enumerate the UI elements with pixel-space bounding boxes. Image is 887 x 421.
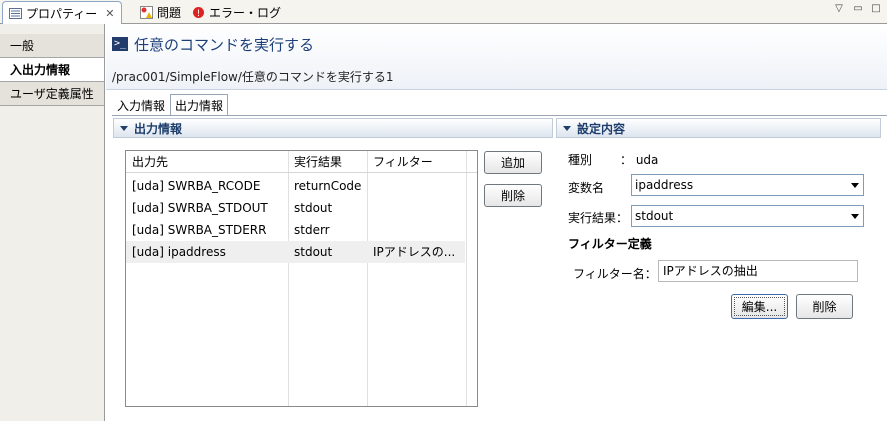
properties-header: >_ 任意のコマンドを実行する /prac001/SimpleFlow/任意のコ…	[106, 24, 887, 90]
tab-error-log[interactable]: ! エラー・ログ	[186, 1, 287, 24]
chevron-down-icon	[851, 214, 859, 219]
command-icon: >_	[112, 37, 128, 51]
tab-output-info[interactable]: 出力情報	[170, 94, 229, 116]
result-label: 実行結果：	[568, 211, 629, 225]
table-row[interactable]: [uda] SWRBA_STDERR stderr	[126, 219, 465, 241]
category-general[interactable]: 一般	[0, 34, 104, 58]
tab-properties[interactable]: プロパティー ✕	[2, 1, 122, 25]
delete-filter-button[interactable]: 削除	[796, 294, 853, 319]
column-header-dest[interactable]: 出力先	[126, 151, 286, 173]
output-section-title: 出力情報	[134, 121, 183, 136]
cell-dest: [uda] ipaddress	[132, 245, 226, 259]
maximize-icon[interactable]: □	[870, 3, 882, 15]
column-header-filter[interactable]: フィルター	[367, 151, 466, 173]
category-io-info[interactable]: 入出力情報	[0, 58, 104, 82]
collapse-icon	[563, 125, 571, 131]
tab-properties-label: プロパティー	[26, 7, 98, 21]
table-header: 出力先 実行結果 フィルター	[126, 151, 477, 173]
category-user-defined[interactable]: ユーザ定義属性	[0, 82, 104, 106]
cell-filter	[367, 175, 466, 197]
problems-icon	[140, 6, 153, 19]
tab-problems[interactable]: 問題	[134, 1, 187, 24]
category-tabs: 一般 入出力情報 ユーザ定義属性	[0, 24, 105, 421]
properties-main: >_ 任意のコマンドを実行する /prac001/SimpleFlow/任意のコ…	[106, 24, 887, 421]
minimize-icon[interactable]: ▭	[852, 3, 864, 15]
var-name-label: 変数名	[568, 181, 605, 195]
settings-section-header[interactable]: 設定内容	[556, 118, 881, 138]
close-icon[interactable]: ✕	[105, 7, 114, 20]
table-row-selected[interactable]: [uda] ipaddress stdout IPアドレスの...	[126, 241, 465, 263]
cell-filter: IPアドレスの...	[373, 245, 456, 259]
filter-name-label: フィルター名：	[573, 267, 657, 281]
filter-definition-label: フィルター定義	[568, 237, 652, 251]
cell-result: stdout	[294, 201, 333, 215]
tab-input-info[interactable]: 入力情報	[112, 94, 170, 116]
table-row[interactable]: [uda] SWRBA_STDOUT stdout	[126, 197, 465, 219]
type-value: ： uda	[620, 153, 659, 167]
tab-problems-label: 問題	[157, 6, 182, 20]
cell-dest: [uda] SWRBA_STDERR	[132, 223, 267, 237]
collapse-icon	[120, 125, 128, 131]
error-log-icon: !	[192, 6, 205, 19]
delete-output-button[interactable]: 削除	[484, 184, 542, 207]
element-path: /prac001/SimpleFlow/任意のコマンドを実行する1	[112, 70, 394, 84]
cell-result: stdout	[294, 245, 333, 259]
cell-result: stderr	[294, 223, 330, 237]
chevron-down-icon	[851, 183, 859, 188]
output-section-header[interactable]: 出力情報	[113, 118, 553, 138]
svg-text:!: !	[197, 9, 201, 19]
cell-filter	[367, 197, 466, 219]
properties-icon	[9, 7, 22, 20]
add-button[interactable]: 追加	[484, 151, 542, 174]
var-name-select[interactable]: ipaddress	[631, 174, 864, 196]
table-row[interactable]: [uda] SWRBA_RCODE returnCode	[126, 175, 465, 197]
result-value: stdout	[635, 209, 674, 223]
cell-filter	[367, 219, 466, 241]
edit-button[interactable]: 編集...	[731, 294, 788, 319]
page-title: 任意のコマンドを実行する	[134, 35, 315, 54]
column-header-result[interactable]: 実行結果	[288, 151, 368, 173]
result-select[interactable]: stdout	[631, 205, 864, 227]
cell-dest: [uda] SWRBA_RCODE	[132, 179, 261, 193]
type-label: 種別	[568, 153, 593, 167]
settings-section-title: 設定内容	[577, 121, 626, 136]
view-menu-icon[interactable]: ▽	[833, 3, 845, 15]
tab-error-log-label: エラー・ログ	[209, 6, 282, 20]
output-table: 出力先 実行結果 フィルター [uda] SWRBA_RCODE returnC…	[125, 150, 478, 407]
filter-name-field[interactable]: IPアドレスの抽出	[658, 260, 858, 282]
cell-result: returnCode	[294, 179, 362, 193]
cell-dest: [uda] SWRBA_STDOUT	[132, 201, 268, 215]
var-name-value: ipaddress	[635, 178, 694, 192]
view-tab-bar: プロパティー ✕ 問題 ! エラー・ログ ▽ ▭ □	[0, 0, 887, 25]
